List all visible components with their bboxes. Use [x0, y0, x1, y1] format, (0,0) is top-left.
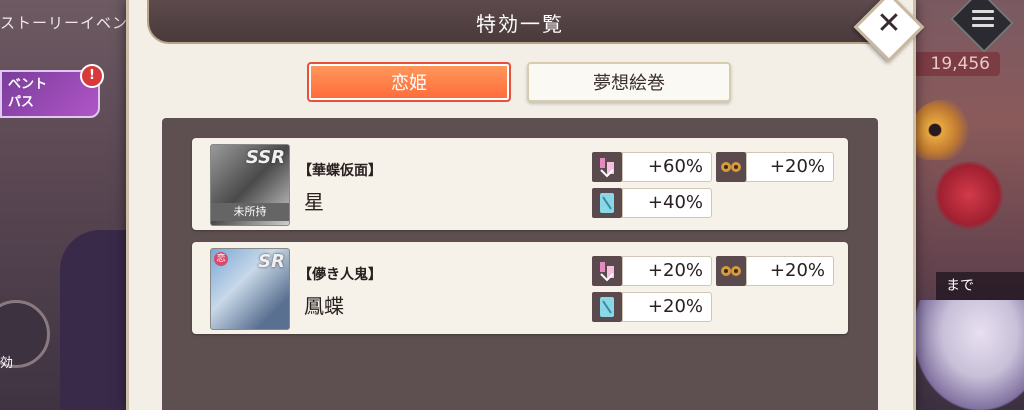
- left-button-label: 効: [0, 356, 14, 371]
- key-icon: [592, 256, 622, 286]
- not-owned-badge: 未所持: [211, 203, 289, 221]
- mask-icon: [716, 256, 746, 286]
- bonus-value: +20%: [746, 152, 834, 182]
- character-title: 【儚き人鬼】: [298, 267, 382, 283]
- ticket-icon: [592, 292, 622, 322]
- rarity-label: SSR: [245, 147, 285, 168]
- modal-header: 特効一覧: [147, 0, 893, 44]
- background-character-silhouette: [60, 230, 130, 410]
- hamburger-icon: [972, 10, 994, 28]
- story-event-label: ストーリーイベント: [0, 14, 145, 32]
- currency-value: 19,456: [912, 52, 1000, 76]
- character-name: 鳳蝶: [304, 294, 344, 318]
- character-title: 【華蝶仮面】: [298, 163, 382, 179]
- key-icon: [592, 152, 622, 182]
- butterfly-mask-decoration: [914, 100, 984, 160]
- modal-title: 特効一覧: [476, 12, 564, 36]
- bonus-value: +20%: [622, 256, 712, 286]
- event-notification-badge: !: [80, 64, 104, 88]
- character-portrait: 恋 SR: [210, 248, 290, 330]
- bonus-value: +20%: [746, 256, 834, 286]
- close-icon[interactable]: ✕: [864, 2, 914, 46]
- character-name: 星: [304, 190, 324, 214]
- mask-icon: [716, 152, 746, 182]
- ticket-icon: [592, 188, 622, 218]
- bonus-value: +40%: [622, 188, 712, 218]
- tab-koihime[interactable]: 恋姫: [307, 62, 511, 102]
- rarity-label: SR: [258, 251, 285, 272]
- tab-musou-emaki[interactable]: 夢想絵巻: [527, 62, 731, 102]
- bonus-value: +60%: [622, 152, 712, 182]
- list-item[interactable]: 恋 SR 【儚き人鬼】 鳳蝶 +20% +20% +20%: [192, 242, 848, 334]
- koihime-badge: 恋: [214, 252, 228, 266]
- hat-character-illustration: [914, 300, 1024, 410]
- bonus-value: +20%: [622, 292, 712, 322]
- deadline-label: まで: [936, 272, 1024, 300]
- rose-decoration: [934, 160, 1004, 230]
- list-item[interactable]: SSR 未所持 【華蝶仮面】 星 +60% +20% +40%: [192, 138, 848, 230]
- character-portrait: SSR 未所持: [210, 144, 290, 226]
